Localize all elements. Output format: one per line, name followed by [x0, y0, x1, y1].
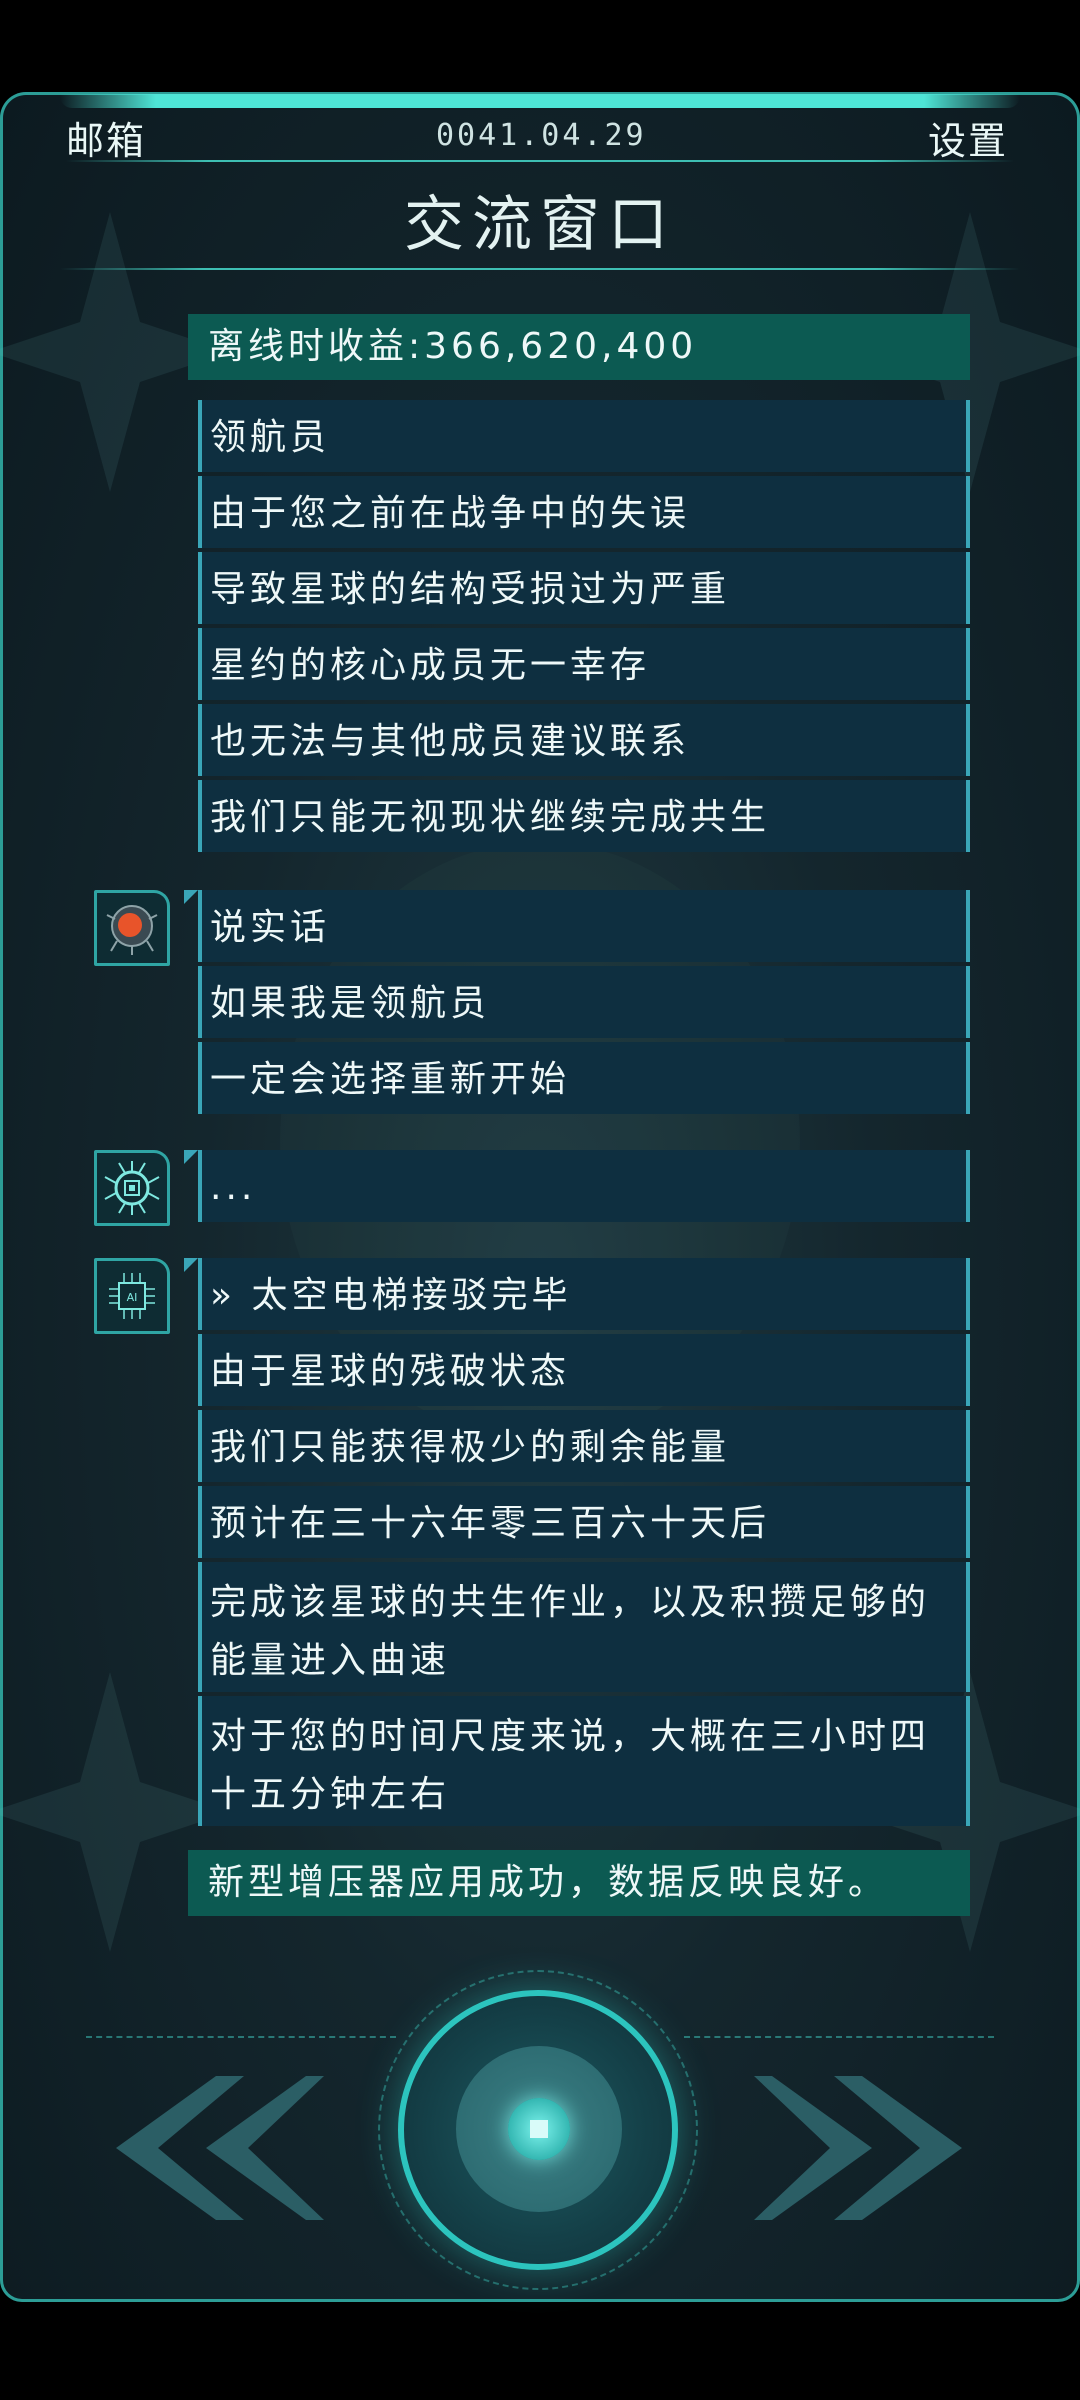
- next-arrow-icon[interactable]: [752, 2068, 982, 2228]
- message-row: 对于您的时间尺度来说，大概在三小时四十五分钟左右: [198, 1696, 970, 1826]
- message-group: » 太空电梯接驳完毕 由于星球的残破状态 我们只能获得极少的剩余能量 预计在三十…: [198, 1258, 970, 1826]
- message-row: 也无法与其他成员建议联系: [198, 704, 970, 776]
- bubble-notch: [184, 1258, 198, 1272]
- message-row: ...: [198, 1150, 970, 1222]
- message-group: 领航员 由于您之前在战争中的失误 导致星球的结构受损过为严重 星约的核心成员无一…: [198, 400, 970, 852]
- bottom-divider-right: [684, 2036, 994, 2038]
- stop-square-icon: [530, 2120, 548, 2138]
- game-date: 0041.04.29: [436, 118, 647, 153]
- page-title: 交流窗口: [404, 190, 676, 260]
- brain-avatar-icon: [94, 890, 170, 966]
- message-row: 预计在三十六年零三百六十天后: [198, 1486, 970, 1558]
- message-row: 由于星球的残破状态: [198, 1334, 970, 1406]
- message-row: 如果我是领航员: [198, 966, 970, 1038]
- svg-text:AI: AI: [127, 1291, 138, 1304]
- bubble-notch: [184, 890, 198, 904]
- message-group: 说实话 如果我是领航员 一定会选择重新开始: [198, 890, 970, 1114]
- mailbox-button[interactable]: 邮箱: [66, 110, 146, 165]
- header-divider: [66, 160, 1014, 162]
- message-row: 导致星球的结构受损过为严重: [198, 552, 970, 624]
- title-divider: [60, 268, 1020, 270]
- message-row: 星约的核心成员无一幸存: [198, 628, 970, 700]
- message-row: 说实话: [198, 890, 970, 962]
- message-row: 我们只能无视现状继续完成共生: [198, 780, 970, 852]
- message-row: 领航员: [198, 400, 970, 472]
- message-row: 一定会选择重新开始: [198, 1042, 970, 1114]
- message-row: 完成该星球的共生作业，以及积攒足够的能量进入曲速: [198, 1562, 970, 1692]
- status-banner: 新型增压器应用成功，数据反映良好。: [188, 1850, 970, 1916]
- message-row: 我们只能获得极少的剩余能量: [198, 1410, 970, 1482]
- offline-earnings-banner: 离线时收益:366,620,400: [188, 314, 970, 380]
- ai-chip-avatar-icon: AI: [94, 1258, 170, 1334]
- message-group: ...: [198, 1150, 970, 1222]
- message-row: » 太空电梯接驳完毕: [198, 1258, 970, 1330]
- circuit-bug-avatar-icon: [94, 1150, 170, 1226]
- previous-arrow-icon[interactable]: [96, 2068, 326, 2228]
- bubble-notch: [184, 1150, 198, 1164]
- message-row: 由于您之前在战争中的失误: [198, 476, 970, 548]
- bottom-divider-left: [86, 2036, 396, 2038]
- settings-button[interactable]: 设置: [928, 110, 1008, 165]
